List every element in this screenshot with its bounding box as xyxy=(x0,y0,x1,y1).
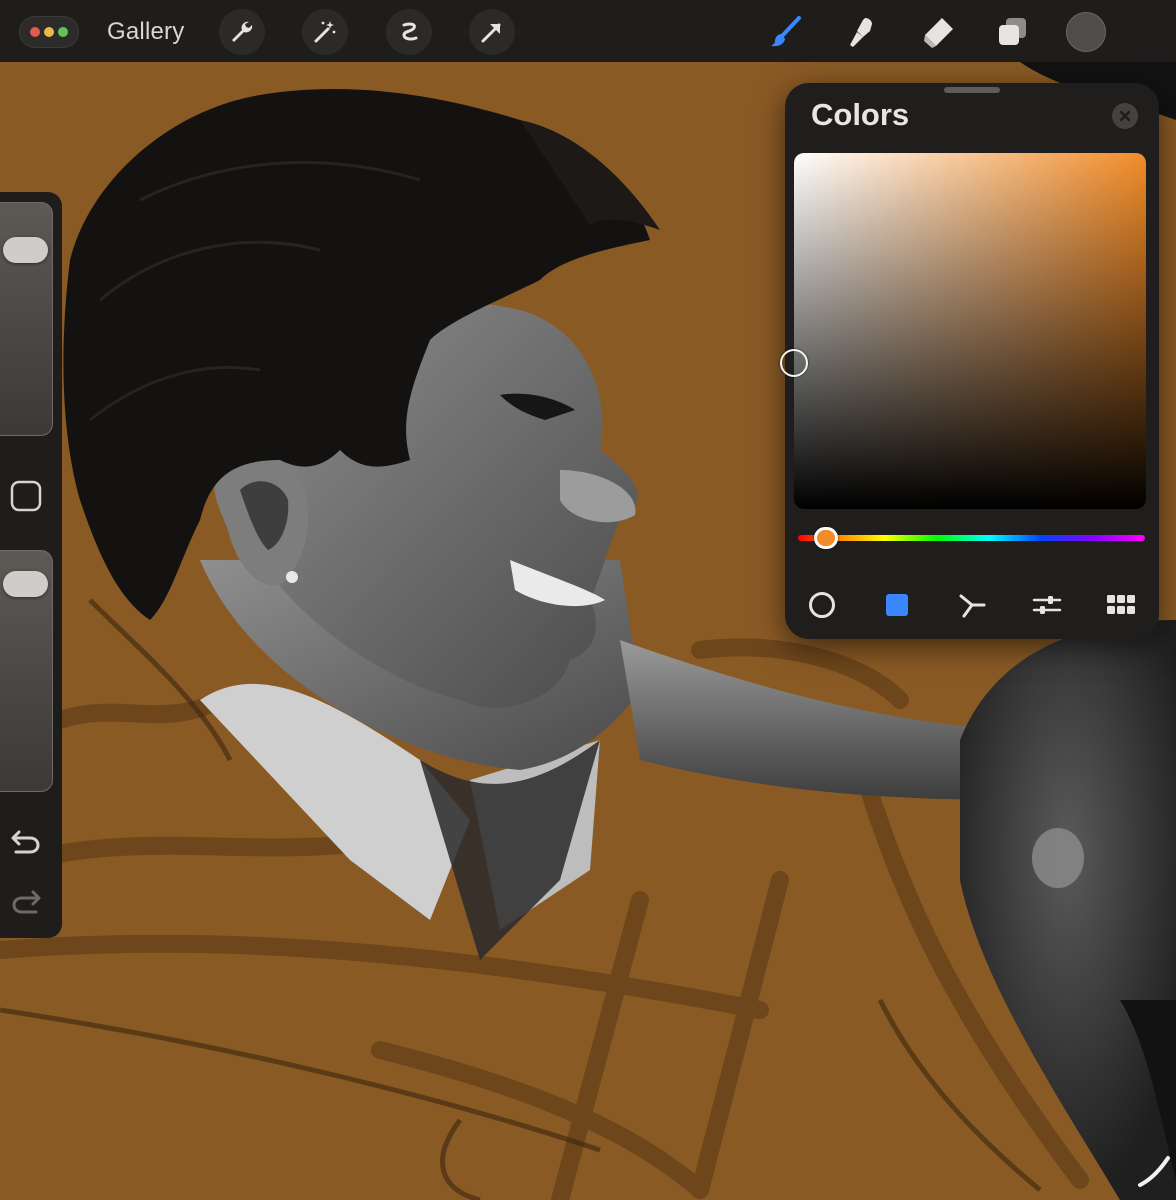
hue-slider-thumb[interactable] xyxy=(813,527,838,549)
panel-grab-handle[interactable] xyxy=(944,87,1000,93)
window-controls[interactable] xyxy=(19,16,79,48)
value-mode-icon xyxy=(1032,596,1062,614)
left-sidebar xyxy=(0,192,62,938)
opacity-thumb[interactable] xyxy=(3,571,48,598)
classic-mode-icon xyxy=(886,594,908,616)
minimize-window-dot[interactable] xyxy=(44,27,54,37)
actions-button[interactable] xyxy=(219,9,265,55)
color-picker-handle[interactable] xyxy=(780,349,808,378)
eraser-icon xyxy=(924,18,953,48)
modify-button[interactable] xyxy=(6,476,46,516)
harmony-mode-tab[interactable] xyxy=(952,587,992,623)
disc-mode-tab[interactable] xyxy=(802,587,842,623)
transform-button[interactable] xyxy=(469,9,515,55)
brush-tool-button[interactable] xyxy=(764,10,808,54)
maximize-window-dot[interactable] xyxy=(58,27,68,37)
actions-wrench-icon xyxy=(232,21,253,42)
transform-arrow-icon xyxy=(481,23,501,43)
value-mode-tab[interactable] xyxy=(1027,587,1067,623)
saturation-brightness-picker[interactable] xyxy=(780,153,1146,509)
undo-button[interactable] xyxy=(6,822,46,862)
brush-size-slider[interactable] xyxy=(0,202,53,436)
undo-icon xyxy=(11,830,40,854)
adjustments-magic-wand-icon xyxy=(314,21,336,43)
close-window-dot[interactable] xyxy=(30,27,40,37)
hue-slider[interactable] xyxy=(798,527,1145,549)
selection-icon xyxy=(402,22,418,41)
adjustments-button[interactable] xyxy=(302,9,348,55)
classic-mode-tab[interactable] xyxy=(877,587,917,623)
opacity-slider[interactable] xyxy=(0,550,53,792)
selection-button[interactable] xyxy=(386,9,432,55)
smudge-tool-button[interactable] xyxy=(840,10,884,54)
eraser-tool-button[interactable] xyxy=(916,10,960,54)
top-toolbar: Gallery xyxy=(0,0,1176,62)
palettes-mode-tab[interactable] xyxy=(1101,587,1141,623)
brush-icon xyxy=(771,16,801,47)
smudge-icon xyxy=(850,18,872,47)
harmony-mode-icon xyxy=(959,594,986,618)
layers-icon xyxy=(999,18,1026,45)
current-color-swatch[interactable] xyxy=(1066,12,1106,52)
redo-icon xyxy=(12,890,41,914)
disc-mode-icon xyxy=(809,592,835,618)
close-icon xyxy=(1119,110,1131,122)
colors-panel: Colors xyxy=(780,83,1159,639)
gallery-button[interactable]: Gallery xyxy=(107,16,184,48)
panel-title: Colors xyxy=(811,97,910,132)
layers-button[interactable] xyxy=(990,10,1034,54)
brush-size-thumb[interactable] xyxy=(3,236,48,263)
square-modify-icon xyxy=(10,480,42,512)
redo-button[interactable] xyxy=(6,882,46,922)
close-panel-button[interactable] xyxy=(1112,103,1138,129)
palettes-mode-icon xyxy=(1107,595,1135,614)
